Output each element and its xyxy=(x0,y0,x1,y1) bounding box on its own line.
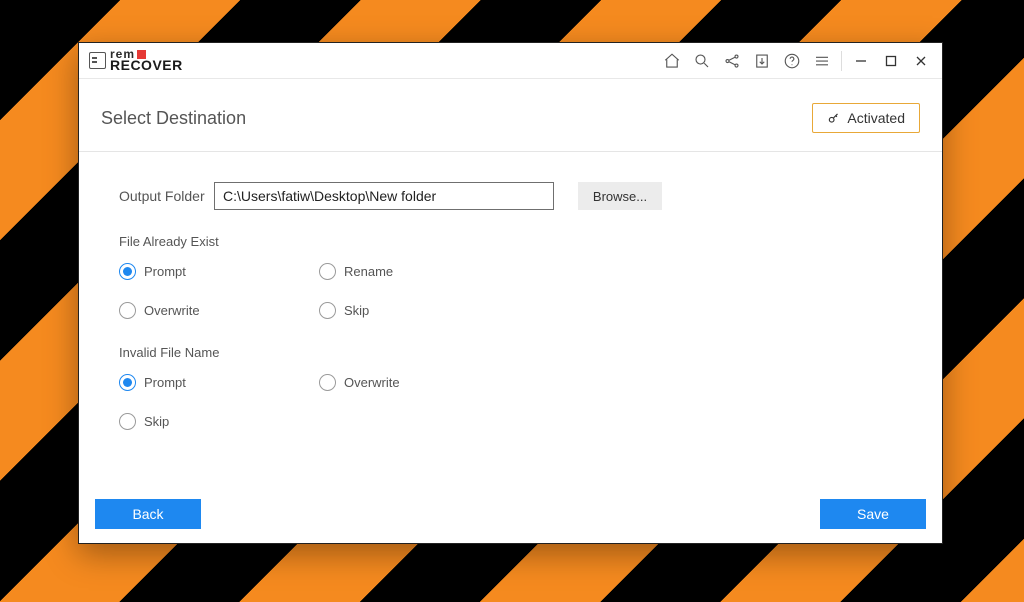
file-exist-overwrite[interactable]: Overwrite xyxy=(119,302,209,319)
close-button[interactable] xyxy=(906,46,936,76)
activated-badge[interactable]: Activated xyxy=(812,103,920,133)
maximize-button[interactable] xyxy=(876,46,906,76)
minimize-button[interactable] xyxy=(846,46,876,76)
key-icon xyxy=(827,111,841,125)
radio-label: Prompt xyxy=(144,375,186,390)
file-exist-group: Prompt Rename Overwrite Skip xyxy=(119,263,902,319)
titlebar-divider xyxy=(841,51,842,71)
menu-icon[interactable] xyxy=(807,46,837,76)
radio-label: Prompt xyxy=(144,264,186,279)
radio-label: Overwrite xyxy=(344,375,400,390)
app-window: rem RECOVER xyxy=(78,42,943,544)
content-area: Output Folder Browse... File Already Exi… xyxy=(79,152,942,499)
radio-icon xyxy=(119,263,136,280)
output-folder-label: Output Folder xyxy=(119,188,214,204)
help-icon[interactable] xyxy=(777,46,807,76)
export-icon[interactable] xyxy=(747,46,777,76)
radio-icon xyxy=(319,263,336,280)
search-icon[interactable] xyxy=(687,46,717,76)
invalid-name-prompt[interactable]: Prompt xyxy=(119,374,209,391)
activated-label: Activated xyxy=(847,110,905,126)
invalid-name-skip[interactable]: Skip xyxy=(119,413,209,430)
invalid-name-heading: Invalid File Name xyxy=(119,345,902,360)
app-logo: rem RECOVER xyxy=(89,48,183,74)
radio-icon xyxy=(119,374,136,391)
file-exist-skip[interactable]: Skip xyxy=(319,302,409,319)
radio-label: Skip xyxy=(144,414,169,429)
desktop-background: rem RECOVER xyxy=(0,0,1024,602)
radio-label: Skip xyxy=(344,303,369,318)
radio-icon xyxy=(319,302,336,319)
titlebar: rem RECOVER xyxy=(79,43,942,79)
output-folder-input[interactable] xyxy=(214,182,554,210)
share-icon[interactable] xyxy=(717,46,747,76)
home-icon[interactable] xyxy=(657,46,687,76)
save-button[interactable]: Save xyxy=(820,499,926,529)
radio-label: Overwrite xyxy=(144,303,200,318)
file-exist-prompt[interactable]: Prompt xyxy=(119,263,209,280)
browse-button[interactable]: Browse... xyxy=(578,182,662,210)
footer: Back Save xyxy=(79,499,942,543)
radio-label: Rename xyxy=(344,264,393,279)
output-folder-row: Output Folder Browse... xyxy=(119,182,902,210)
logo-line2: RECOVER xyxy=(110,60,183,72)
page-title: Select Destination xyxy=(101,108,246,129)
page-header: Select Destination Activated xyxy=(79,79,942,152)
back-button[interactable]: Back xyxy=(95,499,201,529)
invalid-name-overwrite[interactable]: Overwrite xyxy=(319,374,409,391)
file-exist-rename[interactable]: Rename xyxy=(319,263,409,280)
radio-icon xyxy=(119,302,136,319)
radio-icon xyxy=(119,413,136,430)
app-logo-icon xyxy=(89,52,106,69)
radio-icon xyxy=(319,374,336,391)
invalid-name-group: Prompt Overwrite Skip xyxy=(119,374,902,430)
file-exist-heading: File Already Exist xyxy=(119,234,902,249)
